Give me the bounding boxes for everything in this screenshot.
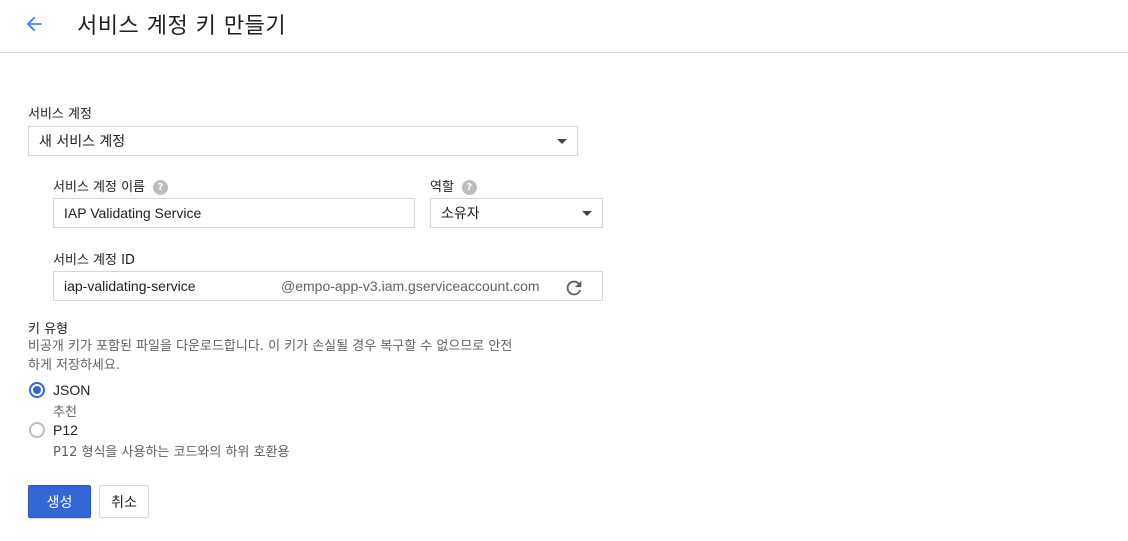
p12-option-label[interactable]: P12 <box>53 422 78 438</box>
account-id-input[interactable]: iap-validating-service @empo-app-v3.iam.… <box>53 271 603 301</box>
service-account-label: 서비스 계정 <box>28 107 92 122</box>
dropdown-caret-icon <box>557 139 567 144</box>
create-button[interactable]: 생성 <box>28 485 91 518</box>
account-id-value: iap-validating-service <box>64 278 196 294</box>
account-id-suffix: @empo-app-v3.iam.gserviceaccount.com <box>281 278 540 294</box>
page-title: 서비스 계정 키 만들기 <box>77 14 287 39</box>
account-name-label: 서비스 계정 이름 <box>53 180 145 195</box>
refresh-icon[interactable] <box>563 277 585 299</box>
account-name-label-row: 서비스 계정 이름? <box>53 176 168 195</box>
key-type-title: 키 유형 <box>28 322 69 337</box>
json-option-label[interactable]: JSON <box>53 382 90 398</box>
account-id-label: 서비스 계정 ID <box>53 253 135 268</box>
service-account-select[interactable]: 새 서비스 계정 <box>28 126 578 156</box>
role-selected: 소유자 <box>441 206 480 222</box>
role-select[interactable]: 소유자 <box>430 198 603 228</box>
dropdown-caret-icon <box>582 211 592 216</box>
arrow-left-icon <box>26 16 42 32</box>
help-icon[interactable]: ? <box>153 180 168 195</box>
key-type-description: 비공개 키가 포함된 파일을 다운로드합니다. 이 키가 손실될 경우 복구할 … <box>28 337 588 375</box>
help-icon[interactable]: ? <box>461 180 477 195</box>
p12-option-sub: P12 형식을 사용하는 코드와의 하위 호환용 <box>53 445 290 460</box>
cancel-button[interactable]: 취소 <box>99 485 149 518</box>
json-option-sub: 추천 <box>53 405 77 420</box>
account-name-input[interactable]: IAP Validating Service <box>53 198 415 228</box>
p12-radio[interactable] <box>29 422 45 438</box>
account-name-value: IAP Validating Service <box>64 205 202 221</box>
json-radio[interactable] <box>29 382 45 398</box>
key-type-description-line: 하게 저장하세요. <box>28 358 120 373</box>
key-type-description-line: 비공개 키가 포함된 파일을 다운로드합니다. 이 키가 손실될 경우 복구할 … <box>28 339 513 354</box>
service-account-selected: 새 서비스 계정 <box>39 134 126 150</box>
page-header: 서비스 계정 키 만들기 <box>0 0 1128 53</box>
role-label-row: 역할? <box>430 176 477 195</box>
role-label: 역할 <box>430 180 454 195</box>
back-button[interactable] <box>18 8 50 40</box>
